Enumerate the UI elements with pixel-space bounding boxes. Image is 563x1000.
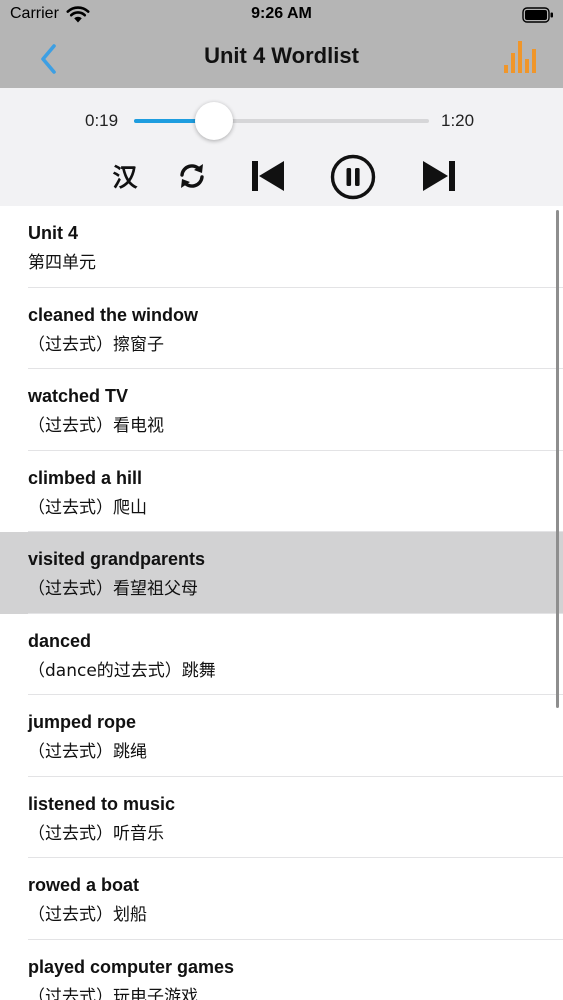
- total-time: 1:20: [441, 111, 475, 130]
- word-row[interactable]: cleaned the window （过去式）擦窗子: [0, 288, 563, 369]
- word-english: watched TV: [28, 386, 129, 406]
- word-row[interactable]: played computer games （过去式）玩电子游戏: [0, 940, 563, 1000]
- status-time: 9:26 AM: [251, 5, 312, 22]
- word-chinese: （dance的过去式）跳舞: [28, 660, 216, 681]
- current-time: 0:19: [85, 111, 119, 130]
- status-bar: Carrier 9:26 AM: [0, 0, 563, 30]
- pause-icon[interactable]: [330, 154, 376, 200]
- equalizer-icon[interactable]: [502, 39, 538, 75]
- word-english: jumped rope: [28, 712, 137, 732]
- word-row[interactable]: rowed a boat （过去式）划船: [0, 858, 563, 940]
- word-chinese: 第四单元: [28, 253, 96, 273]
- word-row[interactable]: danced （dance的过去式）跳舞: [0, 614, 563, 695]
- word-chinese: （过去式）玩电子游戏: [28, 986, 198, 1000]
- scroll-indicator: [556, 210, 559, 708]
- word-english: danced: [28, 630, 92, 651]
- word-chinese: （过去式）看望祖父母: [28, 579, 198, 599]
- word-row[interactable]: listened to music （过去式）听音乐: [0, 777, 563, 858]
- word-english: climbed a hill: [28, 467, 143, 488]
- word-english: Unit 4: [28, 223, 79, 243]
- page-title: Unit 4 Wordlist: [204, 43, 359, 68]
- word-chinese: （过去式）跳绳: [28, 742, 147, 762]
- word-english: played computer games: [28, 956, 235, 977]
- word-chinese: （过去式）爬山: [28, 497, 147, 518]
- word-chinese: （过去式）擦窗子: [28, 334, 164, 355]
- word-row[interactable]: jumped rope （过去式）跳绳: [0, 695, 563, 777]
- audio-player: 0:19 1:20 汉: [0, 88, 563, 206]
- word-row[interactable]: watched TV （过去式）看电视: [0, 369, 563, 451]
- progress-slider[interactable]: [134, 102, 429, 140]
- word-row[interactable]: visited grandparents （过去式）看望祖父母: [0, 532, 563, 614]
- chinese-toggle-button[interactable]: 汉: [105, 158, 145, 194]
- battery-icon: [522, 7, 553, 23]
- header-area: Carrier 9:26 AM Unit 4 Wordlist: [0, 0, 563, 88]
- navigation-bar: Unit 4 Wordlist: [0, 30, 563, 88]
- previous-track-icon[interactable]: [248, 156, 288, 196]
- word-row[interactable]: climbed a hill （过去式）爬山: [0, 451, 563, 532]
- word-english: listened to music: [28, 793, 176, 814]
- word-list: Unit 4 第四单元 cleaned the window （过去式）擦窗子 watc…: [0, 206, 563, 1000]
- slider-thumb[interactable]: [194, 102, 233, 140]
- word-english: cleaned the window: [28, 304, 199, 325]
- word-chinese: （过去式）划船: [28, 905, 147, 925]
- word-english: rowed a boat: [28, 875, 140, 895]
- next-track-icon[interactable]: [419, 156, 459, 196]
- word-chinese: （过去式）看电视: [28, 416, 164, 436]
- word-english: visited grandparents: [28, 549, 206, 569]
- word-row[interactable]: Unit 4 第四单元: [0, 206, 563, 288]
- repeat-icon[interactable]: [174, 158, 210, 194]
- word-chinese: （过去式）听音乐: [28, 823, 164, 844]
